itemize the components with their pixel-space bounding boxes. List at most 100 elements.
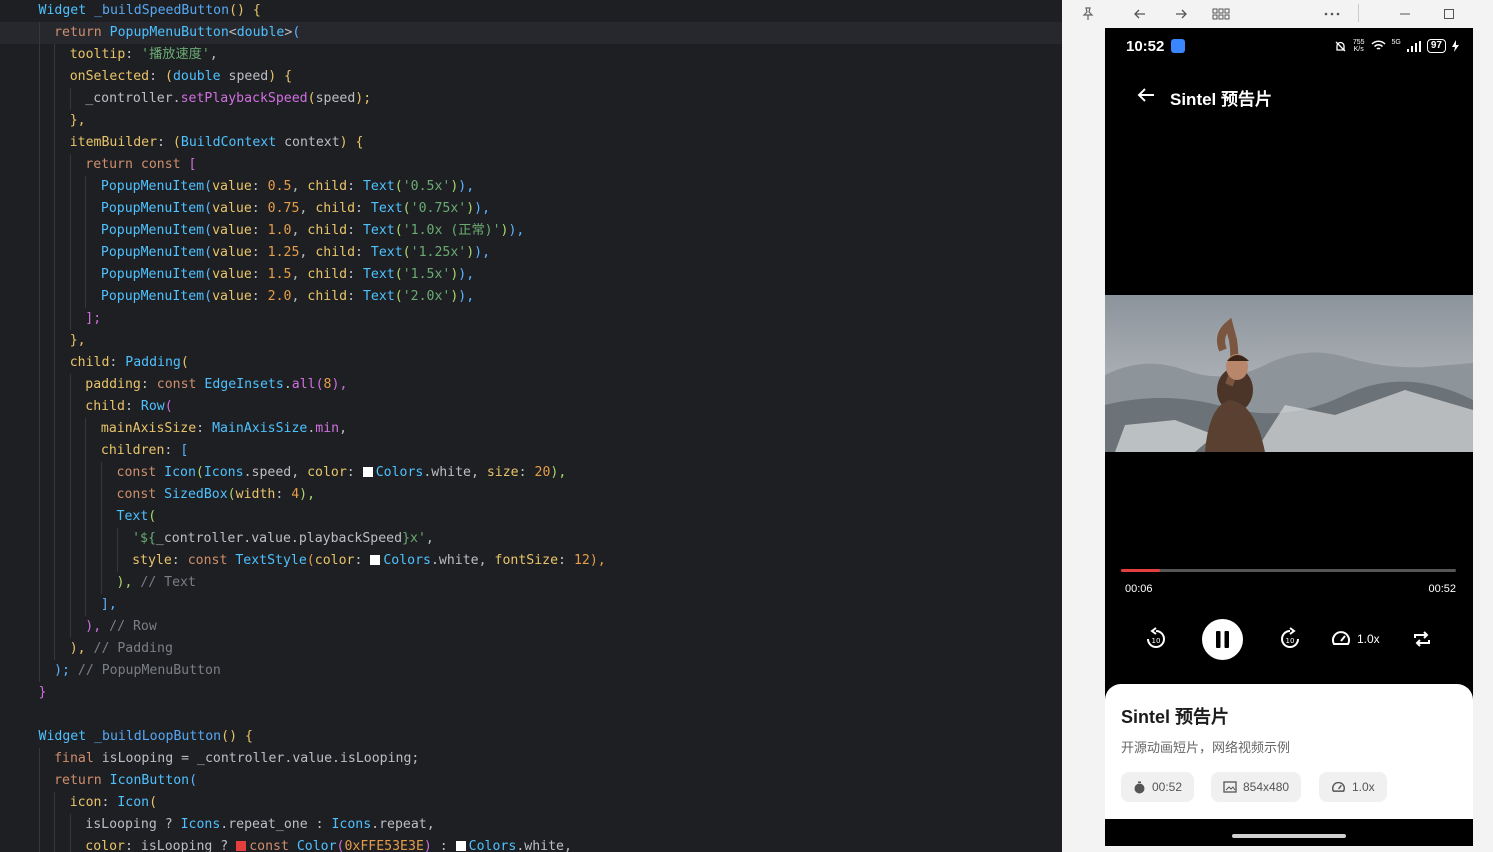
more-icon[interactable] — [1318, 0, 1346, 28]
indent-guide — [38, 616, 40, 638]
speed-button[interactable]: 1.0x — [1331, 630, 1380, 648]
repeat-icon[interactable] — [1412, 629, 1432, 649]
code-token: ) — [466, 245, 475, 260]
indent-guide — [54, 110, 56, 132]
pause-button[interactable] — [1202, 619, 1243, 660]
code-token: : — [439, 839, 456, 852]
code-line[interactable]: }, — [0, 110, 1062, 132]
code-token: : — [140, 377, 157, 392]
timer-icon — [1134, 781, 1145, 793]
code-line[interactable]: itemBuilder: (BuildContext context) { — [0, 132, 1062, 154]
code-line[interactable]: Text( — [0, 506, 1062, 528]
code-token: : — [315, 817, 332, 832]
indent-guide — [85, 550, 87, 572]
code-line[interactable]: return IconButton( — [0, 770, 1062, 792]
code-line[interactable]: Widget _buildLoopButton() { — [0, 726, 1062, 748]
code-line[interactable]: } — [0, 682, 1062, 704]
minimize-icon[interactable] — [1391, 0, 1419, 28]
code-text: ); // PopupMenuButton — [54, 660, 221, 682]
code-line[interactable]: ), // Row — [0, 616, 1062, 638]
code-editor[interactable]: Widget _buildSpeedButton() {return Popup… — [0, 0, 1062, 852]
code-token: 4 — [291, 487, 300, 502]
code-token: _buildLoopButton — [94, 729, 222, 744]
video-frame[interactable] — [1105, 295, 1473, 452]
code-line[interactable]: child: Row( — [0, 396, 1062, 418]
forward-arrow-icon[interactable] — [1167, 0, 1195, 28]
code-line[interactable]: PopupMenuItem(value: 0.75, child: Text('… — [0, 198, 1062, 220]
code-line[interactable]: padding: const EdgeInsets.all(8), — [0, 374, 1062, 396]
code-text: return PopupMenuButton<double>( — [54, 22, 300, 44]
maximize-icon[interactable] — [1435, 0, 1463, 28]
code-line[interactable]: mainAxisSize: MainAxisSize.min, — [0, 418, 1062, 440]
code-line[interactable]: children: [ — [0, 440, 1062, 462]
grid-icon[interactable] — [1207, 0, 1235, 28]
code-line[interactable]: icon: Icon( — [0, 792, 1062, 814]
indent-guide — [69, 484, 71, 506]
code-line[interactable]: PopupMenuItem(value: 1.0, child: Text('1… — [0, 220, 1062, 242]
code-line[interactable]: onSelected: (double speed) { — [0, 66, 1062, 88]
back-arrow-icon[interactable] — [1126, 0, 1154, 28]
code-line[interactable]: PopupMenuItem(value: 2.0, child: Text('2… — [0, 286, 1062, 308]
indent-guide — [69, 308, 71, 330]
replay-10-icon[interactable]: 10 — [1144, 627, 1168, 651]
code-line[interactable]: '${_controller.value.playbackSpeed}x', — [0, 528, 1062, 550]
indent-guide — [54, 88, 56, 110]
code-text: }, — [70, 110, 86, 132]
code-line[interactable]: const SizedBox(width: 4), — [0, 484, 1062, 506]
back-icon[interactable] — [1135, 84, 1157, 106]
code-line[interactable] — [0, 704, 1062, 726]
code-token: ), — [116, 575, 141, 590]
code-line[interactable]: Widget _buildSpeedButton() { — [0, 0, 1062, 22]
code-line[interactable]: }, — [0, 330, 1062, 352]
code-line[interactable]: PopupMenuItem(value: 1.25, child: Text('… — [0, 242, 1062, 264]
code-token: : — [171, 553, 188, 568]
code-line[interactable]: const Icon(Icons.speed, color: Colors.wh… — [0, 462, 1062, 484]
code-token: '0.5x' — [402, 179, 451, 194]
code-token: 1.5 — [267, 267, 292, 282]
code-token: const — [140, 157, 189, 172]
code-token: Text — [116, 509, 149, 524]
resolution-chip-label: 854x480 — [1243, 780, 1290, 794]
code-line[interactable]: color: isLooping ? const Color(0xFFE53E3… — [0, 836, 1062, 852]
code-text: ]; — [85, 308, 101, 330]
indent-guide — [38, 154, 40, 176]
forward-10-icon[interactable]: 10 — [1278, 627, 1302, 651]
code-token: PopupMenuItem — [100, 245, 205, 260]
duration-chip-label: 00:52 — [1152, 780, 1183, 794]
code-line[interactable]: ); // PopupMenuButton — [0, 660, 1062, 682]
code-line[interactable]: PopupMenuItem(value: 0.5, child: Text('0… — [0, 176, 1062, 198]
speed-chip: 1.0x — [1319, 772, 1387, 802]
indent-guide — [85, 176, 87, 198]
code-token: : — [347, 223, 363, 238]
code-line[interactable]: _controller.setPlaybackSpeed(speed); — [0, 88, 1062, 110]
code-line[interactable]: ), // Padding — [0, 638, 1062, 660]
code-line[interactable]: style: const TextStyle(color: Colors.whi… — [0, 550, 1062, 572]
code-line[interactable]: tooltip: '播放速度', — [0, 44, 1062, 66]
charging-icon — [1452, 40, 1459, 52]
code-token: : — [347, 267, 363, 282]
code-line[interactable]: isLooping ? Icons.repeat_one : Icons.rep… — [0, 814, 1062, 836]
pin-icon[interactable] — [1074, 0, 1102, 28]
progress-track[interactable] — [1121, 569, 1456, 572]
code-token: .speed, — [243, 465, 308, 480]
code-line[interactable]: final isLooping = _controller.value.isLo… — [0, 748, 1062, 770]
code-line[interactable]: ), // Text — [0, 572, 1062, 594]
indent-guide — [54, 814, 56, 836]
home-indicator[interactable] — [1232, 834, 1346, 838]
code-token: ), — [331, 377, 348, 392]
indent-guide — [85, 264, 87, 286]
code-line[interactable]: ]; — [0, 308, 1062, 330]
code-token: ), — [458, 289, 475, 304]
code-token: ), — [458, 267, 475, 282]
app-bar: Sintel 预告片 — [1105, 78, 1473, 114]
code-line[interactable]: child: Padding( — [0, 352, 1062, 374]
code-token: child — [307, 223, 348, 238]
code-line[interactable]: return const [ — [0, 154, 1062, 176]
code-token: , — [299, 201, 316, 216]
code-line[interactable]: return PopupMenuButton<double>( — [0, 22, 1062, 44]
code-token: ( — [164, 399, 173, 414]
code-token: child — [85, 399, 125, 414]
code-line[interactable]: PopupMenuItem(value: 1.5, child: Text('1… — [0, 264, 1062, 286]
code-token: }, — [69, 113, 86, 128]
code-line[interactable]: ], — [0, 594, 1062, 616]
